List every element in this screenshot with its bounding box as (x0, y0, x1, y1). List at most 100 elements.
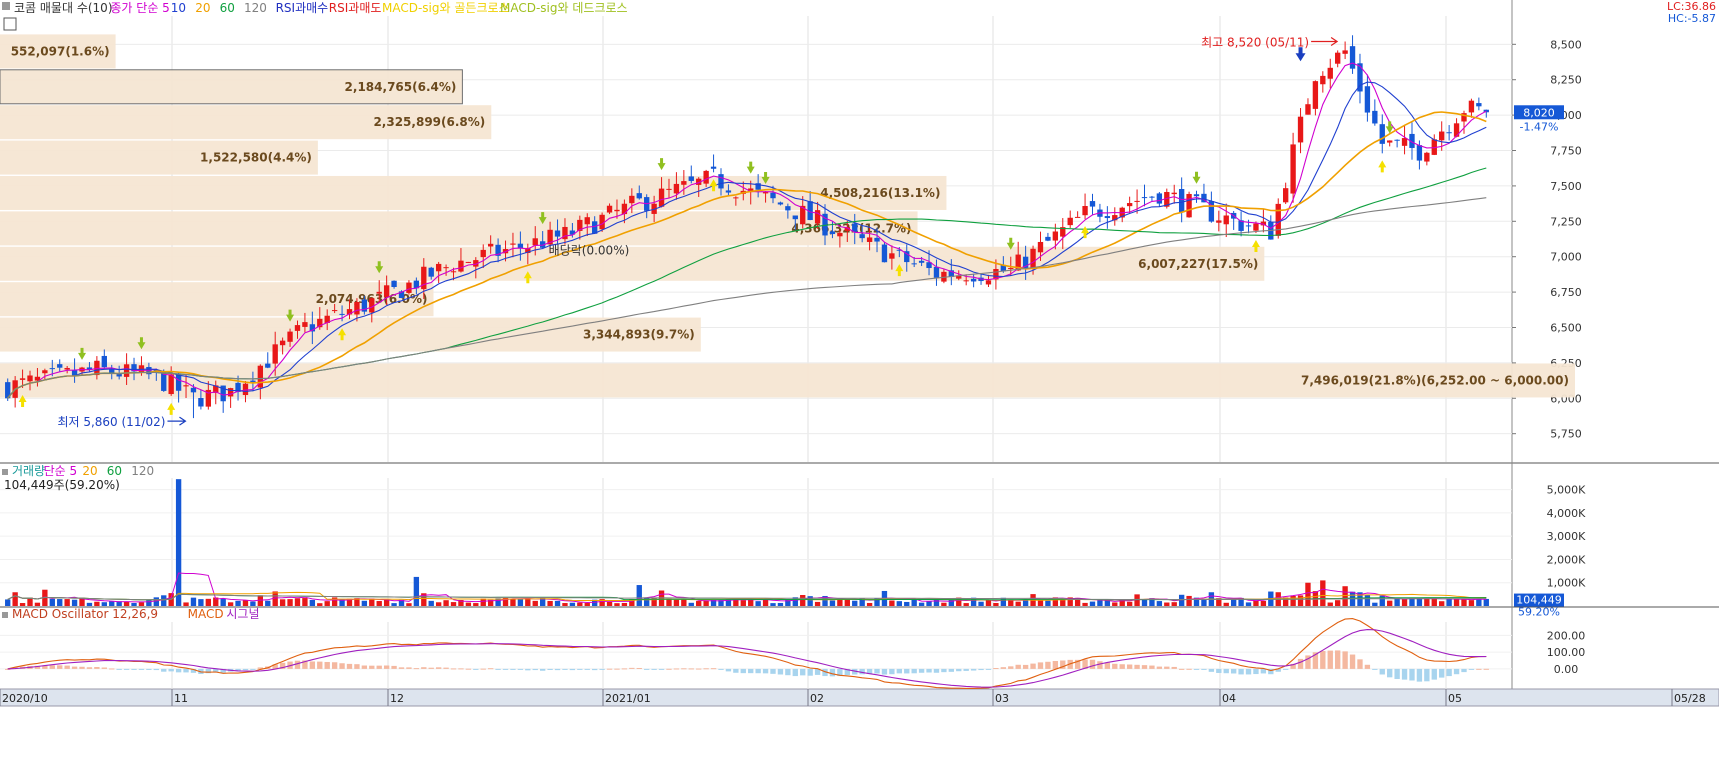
volume-bar (547, 600, 553, 606)
volume-bar (161, 595, 167, 606)
macd-oscillator-bar (1223, 668, 1229, 674)
volume-bar (450, 602, 457, 606)
macd-oscillator-bar (725, 668, 732, 672)
volume-value-label: 104,449주(59.20%) (4, 478, 120, 492)
macd-oscillator-bar (710, 668, 717, 670)
candle-body (101, 355, 107, 368)
volume-bar (1468, 600, 1475, 606)
volume-bar (309, 599, 316, 606)
candle-body (911, 263, 917, 265)
date-label: 11 (174, 692, 188, 705)
candle-body (49, 368, 55, 370)
volume-bar (673, 599, 680, 606)
volume-bar (205, 598, 211, 606)
volume-bar (904, 601, 910, 606)
volume-bar (1186, 595, 1192, 606)
panel-menu-icon[interactable] (2, 2, 10, 10)
candle-body (242, 383, 249, 396)
volume-bar (1171, 602, 1177, 606)
macd-tick-label: 0.00 (1554, 663, 1579, 676)
volume-profile-label: 3,344,893(9.7%) (583, 328, 695, 342)
volume-bar (837, 599, 843, 606)
legend-item: 거래량 (12, 464, 45, 478)
volume-bar (852, 600, 858, 606)
macd-oscillator-bar (636, 667, 642, 669)
volume-profile-bar (0, 211, 918, 246)
macd-oscillator-bar (480, 668, 486, 670)
macd-oscillator-bar (1238, 668, 1244, 675)
candle-body (970, 278, 977, 282)
price-tick-label: 6,500 (1550, 321, 1582, 334)
macd-oscillator-bar (926, 668, 932, 673)
volume-bar (1097, 600, 1103, 606)
volume-bar (1045, 600, 1051, 606)
volume-bar (814, 601, 821, 606)
panel-menu-icon[interactable] (2, 612, 8, 618)
volume-bar (1483, 598, 1489, 606)
volume-bar (569, 602, 576, 606)
macd-oscillator-bar (161, 668, 167, 672)
volume-bar (517, 598, 524, 606)
macd-oscillator-bar (1156, 666, 1163, 669)
volume-bar (183, 602, 189, 606)
date-label: 2021/01 (605, 692, 651, 705)
macd-oscillator-bar (800, 668, 806, 676)
volume-bar (696, 601, 702, 606)
volume-profile-label: 6,007,227(17.5%) (1138, 257, 1258, 271)
macd-oscillator-bar (383, 665, 390, 669)
macd-oscillator-bar (733, 668, 739, 673)
candle-body (1141, 197, 1148, 199)
stock-chart[interactable]: 8,5008,2508,0007,7507,5007,2507,0006,750… (0, 0, 1719, 776)
legend-item: 코콤 매물대 수(10) (14, 1, 113, 15)
macd-oscillator-bar (421, 667, 427, 669)
candle-body (465, 261, 472, 263)
candle-body (829, 231, 836, 235)
volume-bar (49, 598, 55, 606)
panel-menu-icon[interactable] (2, 469, 8, 475)
volume-bar (577, 602, 583, 606)
candle-body (1379, 124, 1385, 144)
candle-body (287, 331, 293, 342)
candle-body (1335, 52, 1341, 64)
candle-body (874, 237, 880, 242)
volume-bar (1461, 598, 1467, 606)
candle-body (517, 243, 524, 249)
volume-bar (34, 602, 41, 606)
macd-oscillator-bar (250, 668, 256, 670)
candle-body (837, 232, 843, 237)
macd-oscillator-bar (138, 668, 145, 670)
volume-bar (889, 600, 895, 606)
volume-bar (287, 599, 293, 606)
candle-body (331, 310, 338, 312)
volume-bar (1297, 595, 1304, 606)
candle-body (1082, 206, 1088, 216)
macd-oscillator-bar (510, 668, 516, 670)
date-label: 04 (1222, 692, 1236, 705)
macd-oscillator-bar (1320, 650, 1326, 669)
candle-body (1305, 104, 1311, 115)
macd-oscillator-bar (123, 668, 130, 670)
candle-body (889, 253, 895, 259)
macd-oscillator-bar (1483, 668, 1489, 670)
volume-bar (1320, 580, 1326, 606)
candle-body (27, 375, 33, 382)
macd-oscillator-bar (1052, 660, 1059, 669)
volume-bar (688, 602, 694, 606)
candle-body (198, 398, 204, 407)
macd-oscillator-bar (1335, 650, 1341, 669)
price-tick-label: 5,750 (1550, 428, 1582, 441)
candle-body (487, 243, 494, 247)
volume-bar (829, 600, 836, 606)
macd-oscillator-bar (569, 668, 576, 671)
volume-bar (465, 602, 472, 606)
volume-bar (12, 592, 18, 606)
macd-oscillator-bar (918, 668, 925, 673)
macd-oscillator-bar (1186, 668, 1192, 670)
volume-bar (64, 599, 70, 606)
volume-bar (740, 600, 746, 606)
candle-body (1008, 268, 1014, 270)
macd-oscillator-bar (1283, 668, 1289, 670)
candle-body (1178, 189, 1185, 213)
macd-oscillator-bar (57, 665, 63, 669)
volume-bar (666, 598, 672, 606)
